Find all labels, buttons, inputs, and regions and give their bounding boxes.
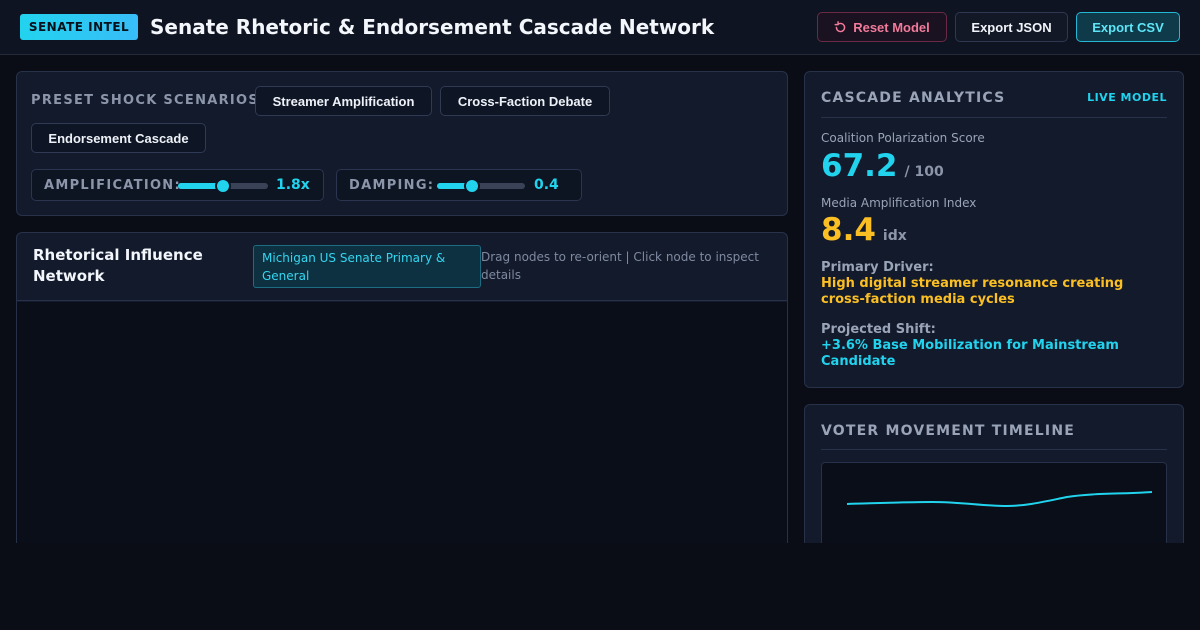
amplification-index-value: 8.4 xyxy=(821,212,876,248)
voter-timeline-panel: VOTER MOVEMENT TIMELINE xyxy=(804,404,1184,572)
primary-driver-text: High digital streamer resonance creating… xyxy=(821,276,1124,307)
amplification-control: AMPLIFICATION: 1.8x xyxy=(31,169,324,201)
preset-label: PRESET SHOCK SCENARIOS: xyxy=(31,93,266,108)
amplification-thumb[interactable] xyxy=(215,178,231,194)
analytics-divider xyxy=(821,117,1167,118)
reset-model-button[interactable]: Reset Model xyxy=(817,12,947,42)
export-csv-button[interactable]: Export CSV xyxy=(1076,12,1180,42)
amplification-index-metric: 8.4 idx xyxy=(821,212,907,248)
timeline-series-line xyxy=(846,491,1153,508)
reset-model-label: Reset Model xyxy=(853,19,930,35)
timeline-divider xyxy=(821,449,1167,450)
amplification-index-label: Media Amplification Index xyxy=(821,196,977,210)
damping-slider[interactable] xyxy=(437,178,525,194)
network-panel: Rhetorical Influence Network Michigan US… xyxy=(16,232,788,562)
polarization-metric: 67.2 / 100 xyxy=(821,148,944,184)
scenario-controls-panel: PRESET SHOCK SCENARIOS: Streamer Amplifi… xyxy=(16,71,788,216)
amplification-index-unit: idx xyxy=(882,228,907,244)
live-model-badge: LIVE MODEL xyxy=(1087,91,1167,104)
damping-control: DAMPING: 0.4 xyxy=(336,169,582,201)
amplification-slider[interactable] xyxy=(178,178,268,194)
network-header: Rhetorical Influence Network Michigan US… xyxy=(17,233,787,301)
timeline-title: VOTER MOVEMENT TIMELINE xyxy=(821,423,1076,439)
primary-driver-label: Primary Driver: xyxy=(821,260,934,275)
projected-shift-label: Projected Shift: xyxy=(821,322,936,337)
cascade-analytics-panel: CASCADE ANALYTICS LIVE MODEL Coalition P… xyxy=(804,71,1184,388)
amplification-label: AMPLIFICATION: xyxy=(44,177,181,193)
amplification-value: 1.8x xyxy=(276,177,310,193)
network-title: Rhetorical Influence Network xyxy=(33,246,203,285)
preset-cross-faction-debate[interactable]: Cross-Faction Debate xyxy=(440,86,610,116)
polarization-value: 67.2 xyxy=(821,148,898,184)
damping-thumb[interactable] xyxy=(464,178,481,194)
preset-endorsement-cascade[interactable]: Endorsement Cascade xyxy=(31,123,206,153)
damping-value: 0.4 xyxy=(534,177,559,193)
network-canvas[interactable] xyxy=(17,302,787,562)
race-context-badge: Michigan US Senate Primary & General xyxy=(253,245,481,288)
app-title: Senate Rhetoric & Endorsement Cascade Ne… xyxy=(150,15,715,39)
damping-label: DAMPING: xyxy=(349,177,435,193)
polarization-label: Coalition Polarization Score xyxy=(821,131,985,145)
projected-shift-text: +3.6% Base Mobilization for Mainstream C… xyxy=(821,338,1119,369)
reset-icon xyxy=(834,20,847,34)
network-hint: Drag nodes to re-orient | Click node to … xyxy=(481,250,759,282)
analytics-title: CASCADE ANALYTICS xyxy=(821,90,1006,106)
top-bar: SENATE INTEL Senate Rhetoric & Endorseme… xyxy=(0,0,1200,55)
viewport-cutoff xyxy=(0,543,1200,630)
polarization-unit: / 100 xyxy=(904,164,944,180)
export-json-button[interactable]: Export JSON xyxy=(955,12,1068,42)
preset-streamer-amplification[interactable]: Streamer Amplification xyxy=(255,86,432,116)
brand-badge: SENATE INTEL xyxy=(20,14,138,40)
app-root: SENATE INTEL Senate Rhetoric & Endorseme… xyxy=(0,0,1200,630)
